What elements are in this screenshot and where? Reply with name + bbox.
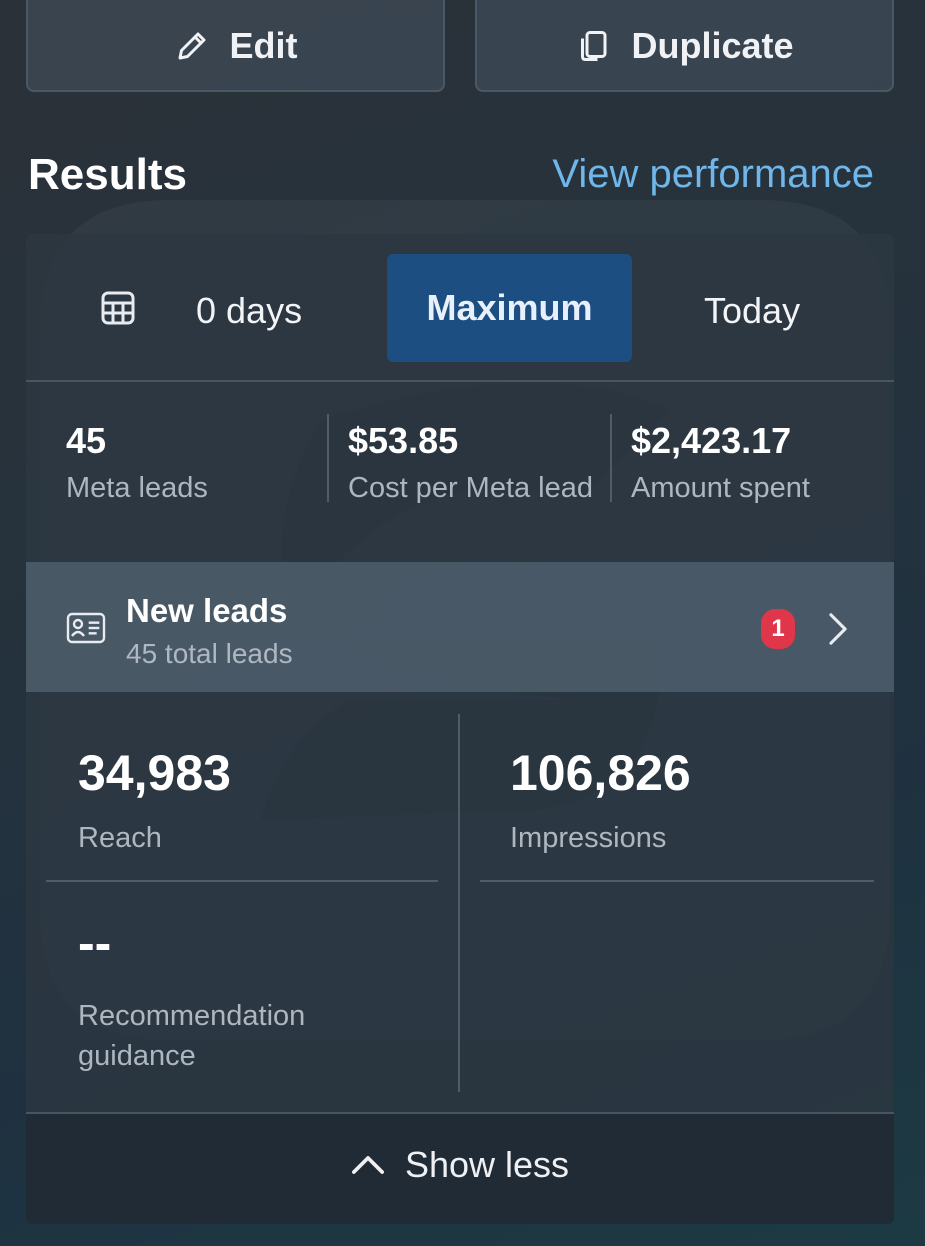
metric-reach: 34,983 Reach xyxy=(78,744,231,855)
summary-label: Cost per Meta lead xyxy=(348,472,594,504)
metrics-grid: 34,983 Reach 106,826 Impressions -- Reco… xyxy=(26,692,894,1112)
new-leads-row[interactable]: New leads 45 total leads 1 xyxy=(26,562,894,692)
metric-value: 34,983 xyxy=(78,745,231,801)
metrics-divider-vertical xyxy=(458,714,460,1092)
edit-button[interactable]: Edit xyxy=(26,0,445,92)
metrics-divider xyxy=(480,880,874,882)
metric-value: -- xyxy=(78,915,112,971)
metric-value: 106,826 xyxy=(510,745,691,801)
summary-label: Amount spent xyxy=(631,472,810,504)
top-action-bar: Edit Duplicate xyxy=(26,0,894,92)
duplicate-label: Duplicate xyxy=(631,25,794,66)
results-card: 0 days Maximum Today 45 Meta leads $53.8… xyxy=(26,234,894,1224)
summary-value: $2,423.17 xyxy=(631,420,792,461)
range-days-label[interactable]: 0 days xyxy=(196,290,302,332)
lead-card-icon xyxy=(66,612,106,644)
metric-impressions: 106,826 Impressions xyxy=(510,744,691,855)
metric-label: Recommendation guidance xyxy=(78,1000,306,1072)
metrics-divider xyxy=(46,880,438,882)
date-range-selector: 0 days Maximum Today xyxy=(26,234,894,382)
summary-value: 45 xyxy=(66,420,107,461)
edit-label: Edit xyxy=(229,25,298,66)
summary-stat-meta-leads: 45 Meta leads xyxy=(66,420,208,505)
summary-stat-cost-per-lead: $53.85 Cost per Meta lead xyxy=(348,420,593,505)
range-option-maximum[interactable]: Maximum xyxy=(387,254,632,362)
results-heading: Results xyxy=(28,150,187,199)
summary-stat-amount-spent: $2,423.17 Amount spent xyxy=(631,420,810,505)
calendar-icon[interactable] xyxy=(98,288,138,328)
summary-divider xyxy=(610,414,612,502)
pencil-icon xyxy=(178,32,205,60)
show-less-label: Show less xyxy=(404,1144,570,1185)
chevron-up-icon xyxy=(351,1156,384,1174)
view-performance-link[interactable]: View performance xyxy=(552,152,874,197)
summary-label: Meta leads xyxy=(66,472,208,504)
new-leads-title: New leads xyxy=(126,592,288,629)
summary-stats: 45 Meta leads $53.85 Cost per Meta lead … xyxy=(26,382,894,562)
metric-recommendation-guidance: -- Recommendation guidance xyxy=(78,914,378,1076)
summary-divider xyxy=(327,414,329,502)
metric-label: Impressions xyxy=(510,822,667,854)
show-less-button[interactable]: Show less xyxy=(26,1112,894,1224)
summary-value: $53.85 xyxy=(348,420,459,461)
new-leads-subtitle: 45 total leads xyxy=(126,638,293,669)
duplicate-button[interactable]: Duplicate xyxy=(475,0,894,92)
duplicate-icon xyxy=(581,31,607,61)
metric-label: Reach xyxy=(78,822,162,854)
notification-badge: 1 xyxy=(761,609,795,649)
range-option-today[interactable]: Today xyxy=(704,290,800,332)
chevron-right-icon xyxy=(829,613,847,645)
